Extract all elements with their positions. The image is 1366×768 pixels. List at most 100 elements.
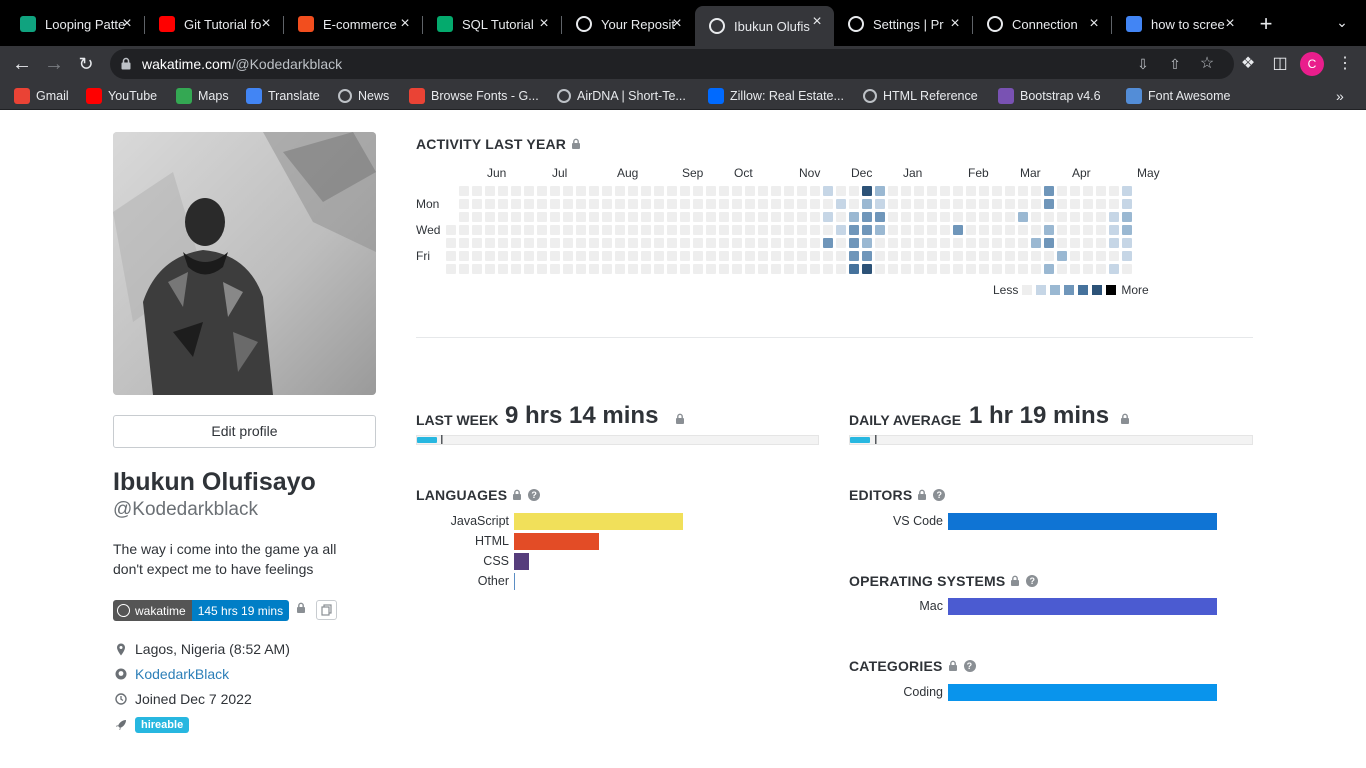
activity-day-cell[interactable] [940, 264, 950, 274]
activity-day-cell[interactable] [1122, 225, 1132, 235]
activity-day-cell[interactable] [966, 264, 976, 274]
activity-day-cell[interactable] [498, 251, 508, 261]
activity-day-cell[interactable] [836, 199, 846, 209]
activity-day-cell[interactable] [797, 225, 807, 235]
activity-day-cell[interactable] [706, 225, 716, 235]
activity-day-cell[interactable] [719, 238, 729, 248]
activity-day-cell[interactable] [992, 199, 1002, 209]
activity-day-cell[interactable] [654, 199, 664, 209]
close-tab-icon[interactable]: × [118, 15, 136, 33]
activity-day-cell[interactable] [550, 212, 560, 222]
activity-day-cell[interactable] [706, 238, 716, 248]
activity-day-cell[interactable] [992, 186, 1002, 196]
close-tab-icon[interactable]: × [1221, 15, 1239, 33]
bookmark-item[interactable]: News [338, 86, 389, 106]
activity-day-cell[interactable] [927, 212, 937, 222]
activity-day-cell[interactable] [771, 238, 781, 248]
github-link[interactable]: KodedarkBlack [135, 666, 229, 682]
activity-day-cell[interactable] [888, 212, 898, 222]
activity-day-cell[interactable] [680, 251, 690, 261]
browser-tab[interactable]: Connection × [973, 8, 1111, 40]
activity-day-cell[interactable] [875, 186, 885, 196]
activity-day-cell[interactable] [1083, 225, 1093, 235]
activity-day-cell[interactable] [628, 225, 638, 235]
back-button[interactable]: ← [8, 50, 36, 78]
activity-day-cell[interactable] [1096, 212, 1106, 222]
activity-day-cell[interactable] [719, 264, 729, 274]
activity-day-cell[interactable] [914, 199, 924, 209]
activity-day-cell[interactable] [771, 186, 781, 196]
activity-day-cell[interactable] [654, 212, 664, 222]
browser-tab[interactable]: E-commerce × [284, 8, 422, 40]
activity-day-cell[interactable] [745, 264, 755, 274]
activity-day-cell[interactable] [1096, 186, 1106, 196]
activity-day-cell[interactable] [1031, 199, 1041, 209]
activity-day-cell[interactable] [862, 212, 872, 222]
activity-day-cell[interactable] [732, 199, 742, 209]
activity-day-cell[interactable] [745, 186, 755, 196]
activity-day-cell[interactable] [823, 199, 833, 209]
activity-day-cell[interactable] [524, 212, 534, 222]
bookmark-item[interactable]: HTML Reference [863, 86, 978, 106]
activity-day-cell[interactable] [862, 186, 872, 196]
activity-day-cell[interactable] [615, 186, 625, 196]
activity-day-cell[interactable] [550, 199, 560, 209]
activity-day-cell[interactable] [784, 264, 794, 274]
activity-day-cell[interactable] [693, 199, 703, 209]
help-icon[interactable]: ? [528, 489, 541, 501]
activity-day-cell[interactable] [1044, 238, 1054, 248]
activity-day-cell[interactable] [654, 251, 664, 261]
activity-day-cell[interactable] [1122, 264, 1132, 274]
browser-tab[interactable]: SQL Tutorial × [423, 8, 561, 40]
activity-day-cell[interactable] [940, 186, 950, 196]
activity-day-cell[interactable] [823, 186, 833, 196]
activity-day-cell[interactable] [784, 186, 794, 196]
activity-day-cell[interactable] [745, 238, 755, 248]
activity-day-cell[interactable] [576, 238, 586, 248]
activity-day-cell[interactable] [1070, 251, 1080, 261]
activity-day-cell[interactable] [966, 238, 976, 248]
activity-day-cell[interactable] [745, 251, 755, 261]
activity-day-cell[interactable] [1109, 186, 1119, 196]
activity-day-cell[interactable] [498, 264, 508, 274]
activity-day-cell[interactable] [797, 212, 807, 222]
activity-day-cell[interactable] [446, 225, 456, 235]
activity-day-cell[interactable] [680, 199, 690, 209]
activity-day-cell[interactable] [485, 199, 495, 209]
activity-day-cell[interactable] [550, 238, 560, 248]
activity-day-cell[interactable] [524, 238, 534, 248]
activity-day-cell[interactable] [654, 225, 664, 235]
activity-day-cell[interactable] [498, 238, 508, 248]
activity-day-cell[interactable] [615, 264, 625, 274]
browser-tab[interactable]: how to scree × [1112, 8, 1247, 40]
activity-day-cell[interactable] [758, 199, 768, 209]
extensions-puzzle-icon[interactable]: ❖ [1237, 53, 1259, 75]
activity-day-cell[interactable] [550, 264, 560, 274]
activity-day-cell[interactable] [680, 264, 690, 274]
browser-tab[interactable]: Ibukun Olufis × [695, 6, 834, 46]
activity-day-cell[interactable] [498, 212, 508, 222]
activity-day-cell[interactable] [1031, 225, 1041, 235]
activity-day-cell[interactable] [1083, 238, 1093, 248]
new-tab-button[interactable]: + [1254, 12, 1278, 36]
activity-day-cell[interactable] [537, 199, 547, 209]
close-tab-icon[interactable]: × [396, 15, 414, 33]
activity-day-cell[interactable] [992, 251, 1002, 261]
activity-day-cell[interactable] [511, 212, 521, 222]
activity-day-cell[interactable] [563, 212, 573, 222]
activity-day-cell[interactable] [1109, 238, 1119, 248]
activity-day-cell[interactable] [667, 225, 677, 235]
activity-day-cell[interactable] [732, 238, 742, 248]
activity-day-cell[interactable] [615, 199, 625, 209]
activity-day-cell[interactable] [628, 212, 638, 222]
activity-day-cell[interactable] [1096, 225, 1106, 235]
activity-day-cell[interactable] [472, 212, 482, 222]
activity-day-cell[interactable] [641, 186, 651, 196]
activity-day-cell[interactable] [979, 225, 989, 235]
activity-day-cell[interactable] [706, 264, 716, 274]
activity-day-cell[interactable] [667, 264, 677, 274]
activity-day-cell[interactable] [875, 264, 885, 274]
activity-day-cell[interactable] [719, 212, 729, 222]
activity-day-cell[interactable] [706, 251, 716, 261]
reload-button[interactable]: ↻ [72, 50, 100, 78]
